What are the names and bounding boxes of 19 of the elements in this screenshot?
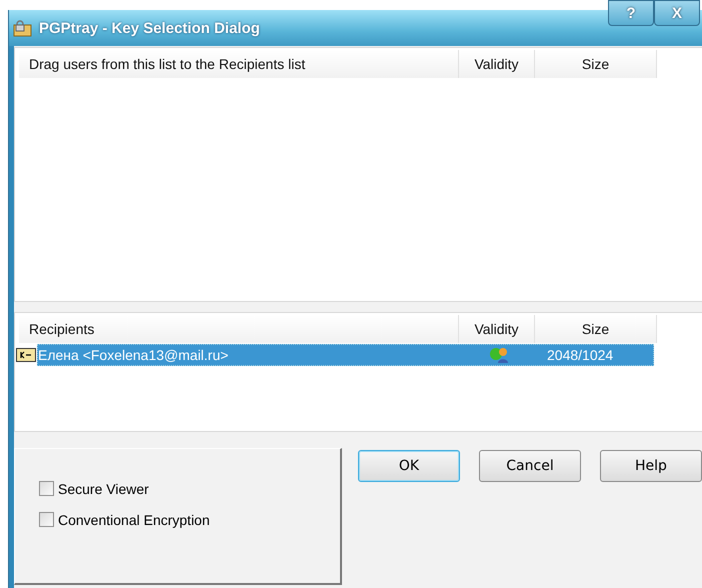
- column-header[interactable]: Recipients: [19, 315, 459, 343]
- dialog-button[interactable]: Help: [600, 450, 702, 482]
- checkbox[interactable]: [39, 481, 54, 496]
- column-header[interactable]: Size: [535, 50, 657, 78]
- option-label: Conventional Encryption: [58, 512, 210, 528]
- validity-icon: [488, 346, 510, 364]
- folder-lock-icon: [13, 19, 33, 37]
- dialog-button[interactable]: OK: [358, 450, 460, 482]
- column-header[interactable]: Size: [535, 315, 657, 343]
- column-header[interactable]: Validity: [459, 315, 535, 343]
- column-header[interactable]: Drag users from this list to the Recipients list: [19, 50, 459, 78]
- window-title: PGPtray - Key Selection Dialog: [39, 20, 260, 36]
- column-header[interactable]: Validity: [459, 50, 535, 78]
- key-size: 2048/1024: [546, 346, 614, 362]
- checkbox[interactable]: [39, 512, 54, 527]
- recipient-name: Елена <Foxelena13@mail.ru>: [38, 346, 230, 362]
- option-label: Secure Viewer: [58, 480, 149, 496]
- dialog-button[interactable]: Cancel: [479, 450, 581, 482]
- key-card-icon: [16, 348, 36, 362]
